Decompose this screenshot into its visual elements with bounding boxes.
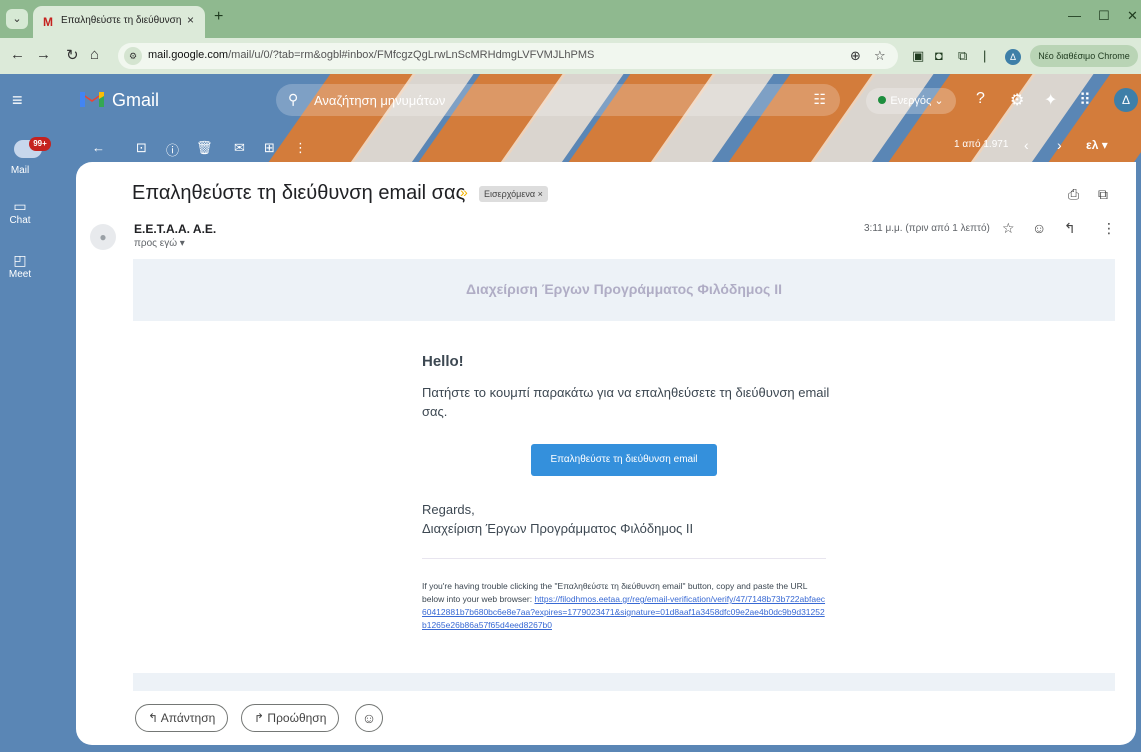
extension-icon[interactable]: ▣ bbox=[912, 48, 924, 64]
email-regards: Regards, bbox=[422, 502, 475, 517]
url-text[interactable]: mail.google.com/mail/u/0/?tab=rm&ogbl#in… bbox=[148, 49, 594, 61]
back-to-inbox-icon[interactable]: ← bbox=[92, 140, 105, 155]
account-avatar[interactable]: Δ bbox=[1114, 88, 1138, 112]
settings-gear-icon[interactable]: ⚙ bbox=[1010, 90, 1024, 110]
tab-title: Επαληθεύστε τη διεύθυνση em bbox=[61, 15, 181, 26]
browser-toolbar: ← → ↻ ⌂ ⚙ mail.google.com/mail/u/0/?tab=… bbox=[0, 38, 1141, 74]
email-divider bbox=[422, 558, 826, 559]
more-options-icon[interactable]: ⋮ bbox=[294, 140, 307, 156]
open-new-window-icon[interactable]: ⧉ bbox=[1098, 186, 1108, 203]
gmail-logo-icon[interactable] bbox=[80, 89, 104, 109]
mail-label: Mail bbox=[10, 165, 30, 176]
move-to-icon[interactable]: ⊞ bbox=[264, 140, 275, 156]
meet-icon: ◰ bbox=[13, 252, 27, 268]
rail-mail[interactable]: Mail bbox=[0, 165, 40, 176]
mark-unread-icon[interactable]: ✉ bbox=[234, 140, 245, 156]
report-spam-icon[interactable]: ⓘ bbox=[166, 140, 179, 159]
browser-tab[interactable]: M Επαληθεύστε τη διεύθυνση em × bbox=[33, 6, 205, 38]
delete-icon[interactable]: 🗑 bbox=[196, 140, 213, 156]
email-subcopy: If you're having trouble clicking the "Ε… bbox=[422, 580, 828, 632]
email-brand-title: Διαχείριση Έργων Προγράμματος Φιλόδημος … bbox=[466, 281, 782, 297]
reload-icon[interactable]: ↻ bbox=[66, 46, 79, 64]
archive-icon[interactable]: ⊡ bbox=[136, 140, 147, 156]
site-info-icon[interactable]: ⚙ bbox=[124, 47, 142, 65]
minimize-icon[interactable]: — bbox=[1068, 8, 1081, 23]
message-more-icon[interactable]: ⋮ bbox=[1102, 220, 1116, 237]
email-signature: Διαχείριση Έργων Προγράμματος Φιλόδημος … bbox=[422, 521, 694, 536]
older-icon[interactable]: › bbox=[1057, 137, 1062, 153]
email-footer-band bbox=[133, 673, 1115, 691]
important-marker-icon[interactable]: » bbox=[460, 184, 468, 200]
email-body: Hello! Πατήστε το κουμπί παρακάτω για να… bbox=[133, 321, 1115, 673]
star-icon[interactable]: ☆ bbox=[1002, 220, 1015, 237]
language-label: ελ bbox=[1086, 138, 1099, 152]
sender-name[interactable]: E.E.T.A.A. A.E. bbox=[134, 222, 216, 236]
url-domain: mail.google.com bbox=[148, 49, 229, 61]
emoji-react-icon[interactable]: ☺ bbox=[1032, 220, 1046, 236]
address-bar[interactable]: ⚙ mail.google.com/mail/u/0/?tab=rm&ogbl#… bbox=[118, 43, 898, 69]
forward-label: Προώθηση bbox=[267, 711, 327, 725]
apps-grid-icon[interactable]: ⠿ bbox=[1079, 90, 1091, 110]
rail-chat[interactable]: ▭ Chat bbox=[0, 198, 40, 226]
search-mail-input[interactable]: ⚲ Αναζήτηση μηνυμάτων ☷ bbox=[276, 84, 840, 116]
chat-icon: ▭ bbox=[13, 198, 27, 214]
reply-button[interactable]: ↰ Απάντηση bbox=[135, 704, 229, 732]
zoom-icon[interactable]: ⊕ bbox=[850, 48, 861, 64]
gemini-sparkle-icon[interactable]: ✦ bbox=[1044, 90, 1057, 110]
divider-icon: | bbox=[983, 48, 987, 63]
inbox-label-chip[interactable]: Εισερχόμενα × bbox=[479, 186, 548, 202]
chat-label: Chat bbox=[9, 215, 31, 226]
maximize-icon[interactable]: ☐ bbox=[1098, 8, 1110, 24]
message-time: 3:11 μ.μ. (πριν από 1 λεπτό) bbox=[864, 223, 990, 234]
mail-unread-badge: 99+ bbox=[29, 137, 51, 151]
back-arrow-icon[interactable]: ← bbox=[10, 46, 25, 63]
search-icon[interactable]: ⚲ bbox=[288, 91, 298, 108]
email-intro-text: Πατήστε το κουμπί παρακάτω για να επαληθ… bbox=[422, 385, 830, 419]
profile-avatar[interactable]: Δ bbox=[1005, 49, 1021, 65]
reply-arrow-icon: ↰ bbox=[148, 711, 159, 725]
browser-tab-bar: ⌄ M Επαληθεύστε τη διεύθυνση em × + — ☐ … bbox=[0, 0, 1141, 38]
main-menu-icon[interactable]: ≡ bbox=[12, 90, 23, 111]
search-placeholder: Αναζήτηση μηνυμάτων bbox=[314, 93, 446, 108]
forward-arrow-icon[interactable]: → bbox=[36, 46, 51, 63]
email-greeting: Hello! bbox=[422, 353, 464, 370]
status-label: Ενεργός bbox=[890, 95, 932, 107]
email-subject: Επαληθεύστε τη διεύθυνση email σας bbox=[132, 182, 466, 204]
gmail-wordmark[interactable]: Gmail bbox=[112, 90, 159, 111]
forward-button[interactable]: ↱ Προώθηση bbox=[241, 704, 340, 732]
verify-email-button[interactable]: Επαληθεύστε τη διεύθυνση email bbox=[531, 444, 717, 476]
email-header-band: Διαχείριση Έργων Προγράμματος Φιλόδημος … bbox=[133, 259, 1115, 321]
search-options-icon[interactable]: ☷ bbox=[813, 91, 826, 108]
rail-meet[interactable]: ◰ Meet bbox=[0, 252, 40, 280]
meet-label: Meet bbox=[8, 269, 32, 280]
close-window-icon[interactable]: ✕ bbox=[1127, 8, 1138, 24]
reply-label: Απάντηση bbox=[160, 711, 216, 725]
tab-search-button[interactable]: ⌄ bbox=[6, 9, 28, 29]
print-icon[interactable]: ⎙ bbox=[1068, 186, 1079, 203]
gmail-favicon-icon: M bbox=[43, 15, 53, 29]
extensions-puzzle-icon[interactable]: ⧉ bbox=[958, 48, 967, 64]
new-chrome-available-button[interactable]: Νέο διαθέσιμο Chrome bbox=[1030, 45, 1138, 67]
new-tab-button[interactable]: + bbox=[214, 8, 223, 26]
sender-avatar-icon: ● bbox=[90, 224, 116, 250]
home-icon[interactable]: ⌂ bbox=[90, 46, 99, 63]
bookmark-star-icon[interactable]: ☆ bbox=[874, 48, 886, 64]
input-language-toggle[interactable]: ελ ▾ bbox=[1086, 138, 1108, 152]
message-panel: Επαληθεύστε τη διεύθυνση email σας » Εισ… bbox=[76, 162, 1136, 745]
pager-count: 1 από 1.971 bbox=[954, 139, 1009, 150]
url-path: /mail/u/0/?tab=rm&ogbl#inbox/FMfcgzQgLrw… bbox=[228, 49, 595, 61]
recipient-details-toggle[interactable]: προς εγώ ▾ bbox=[134, 238, 185, 249]
newer-icon[interactable]: ‹ bbox=[1024, 137, 1029, 153]
reply-icon[interactable]: ↰ bbox=[1064, 220, 1076, 237]
forward-arrow-icon: ↱ bbox=[254, 711, 265, 725]
status-dot-icon bbox=[878, 96, 887, 104]
smiley-icon: ☺ bbox=[361, 710, 377, 726]
tab-close-icon[interactable]: × bbox=[187, 13, 194, 27]
status-chip[interactable]: Ενεργός ⌄ bbox=[866, 88, 956, 114]
bitwarden-icon[interactable]: ◘ bbox=[935, 48, 943, 63]
help-icon[interactable]: ? bbox=[976, 90, 985, 108]
emoji-reaction-button[interactable]: ☺ bbox=[355, 704, 383, 732]
